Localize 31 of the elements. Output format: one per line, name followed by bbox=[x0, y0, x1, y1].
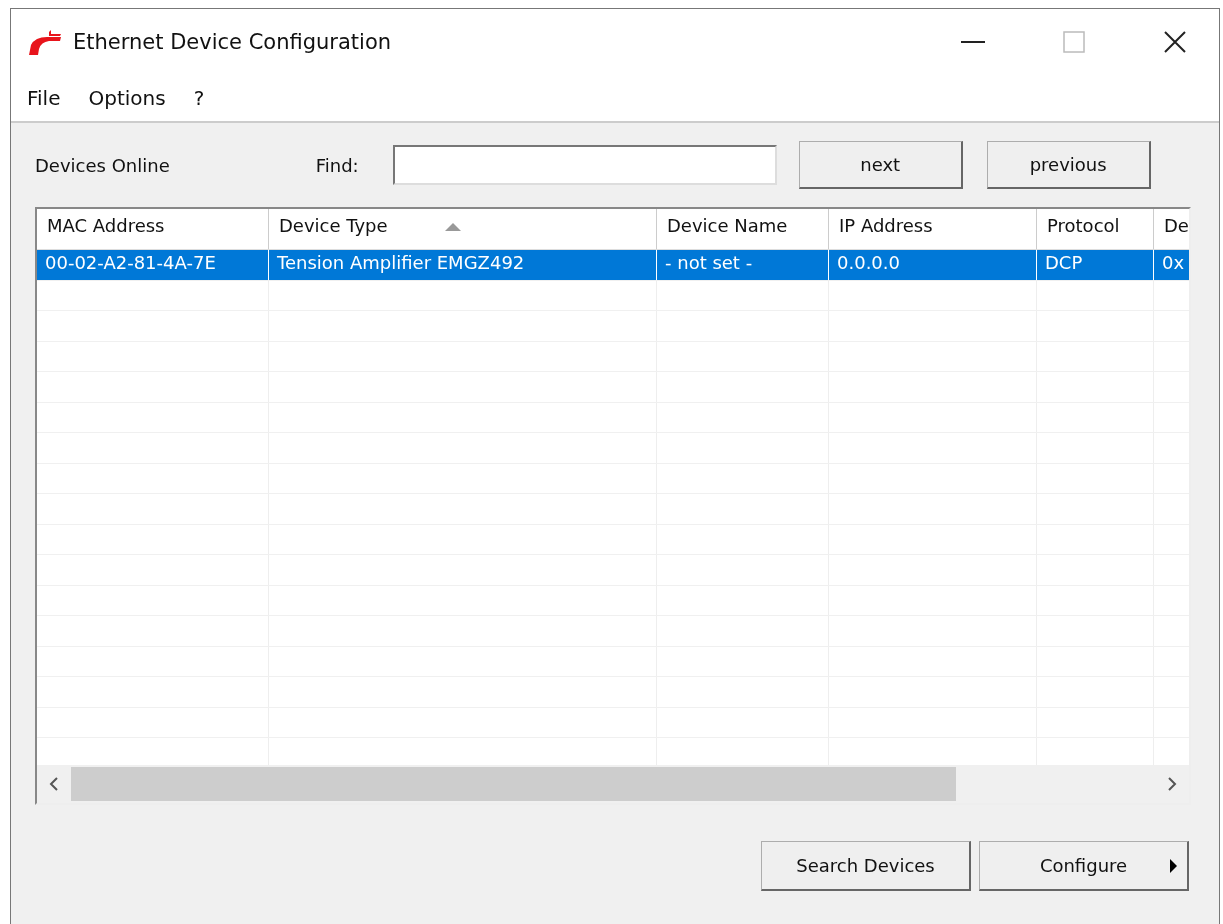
find-button[interactable]: previous bbox=[986, 141, 1151, 189]
menu-item[interactable]: ? bbox=[193, 86, 205, 110]
search-devices-button[interactable]: Search Devices bbox=[761, 841, 971, 891]
menu-item[interactable]: Options bbox=[88, 86, 166, 110]
column-header[interactable]: Device Type bbox=[269, 209, 657, 249]
close-icon[interactable] bbox=[1163, 30, 1187, 54]
scrollbar-thumb[interactable] bbox=[71, 767, 956, 801]
table-row[interactable]: 00-02-A2-81-4A-7E Tension Amplifier EMGZ492 - not set - 0.0.0.0 DCP 0x bbox=[37, 250, 1189, 281]
column-header[interactable]: Device Name bbox=[657, 209, 829, 249]
find-button[interactable]: next bbox=[798, 141, 963, 189]
sort-icon bbox=[444, 223, 461, 231]
window-title: Ethernet Device Configuration bbox=[73, 30, 392, 54]
find-label: Find: bbox=[315, 154, 359, 176]
table-cell: 0.0.0.0 bbox=[829, 250, 1037, 280]
minimize-icon[interactable] bbox=[961, 40, 985, 44]
column-header[interactable]: De bbox=[1154, 209, 1189, 249]
configure-button[interactable]: Configure bbox=[979, 841, 1189, 891]
table-cell: Tension Amplifier EMGZ492 bbox=[269, 250, 657, 280]
table-cell: 00-02-A2-81-4A-7E bbox=[37, 250, 269, 280]
find-field[interactable] bbox=[392, 145, 777, 185]
table-cell: DCP bbox=[1037, 250, 1154, 280]
dropdown-arrow-icon bbox=[1170, 859, 1177, 873]
scroll-left-icon[interactable] bbox=[49, 777, 59, 791]
scroll-right-icon[interactable] bbox=[1167, 777, 1177, 791]
column-header[interactable]: Protocol bbox=[1037, 209, 1154, 249]
menu-item[interactable]: File bbox=[27, 86, 61, 110]
column-header[interactable]: MAC Address bbox=[37, 209, 269, 249]
devices-online-label: Devices Online bbox=[35, 154, 170, 176]
column-header[interactable]: IP Address bbox=[829, 209, 1037, 249]
table-cell: 0x bbox=[1154, 250, 1189, 280]
table-cell: - not set - bbox=[657, 250, 829, 280]
